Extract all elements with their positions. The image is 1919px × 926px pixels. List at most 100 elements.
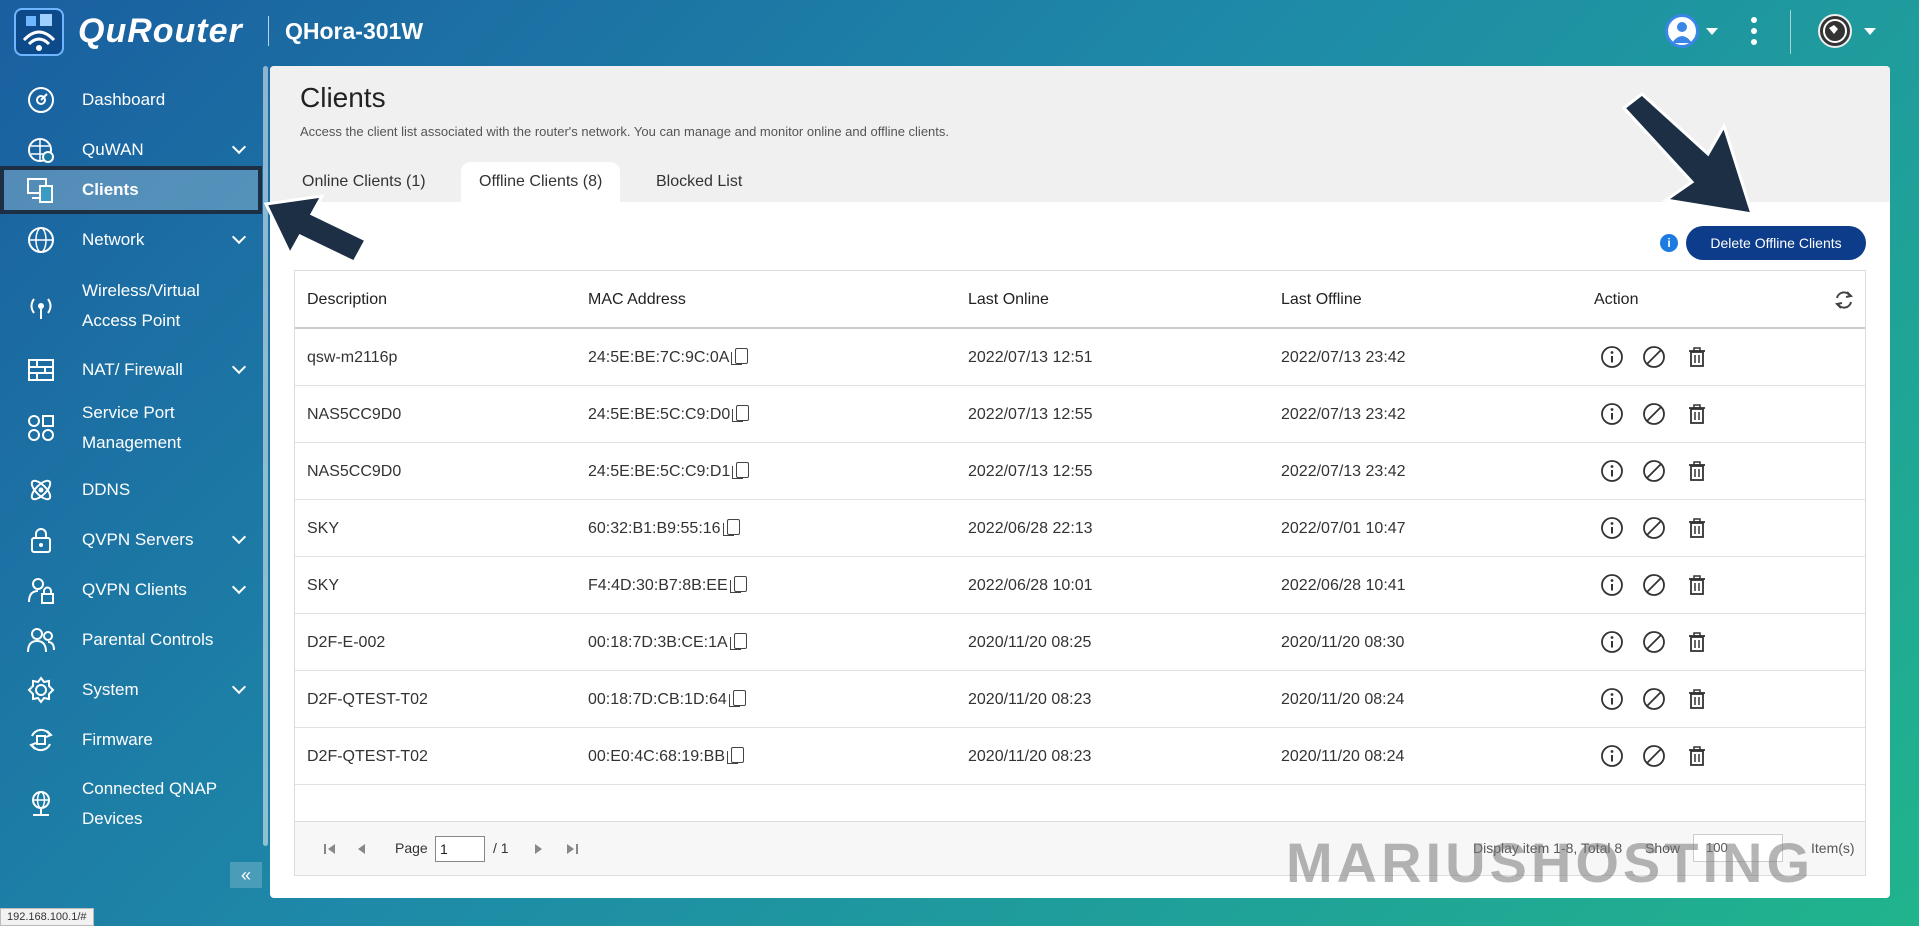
- copy-icon[interactable]: [729, 633, 747, 650]
- trash-icon[interactable]: [1685, 687, 1709, 711]
- clients-table: Description MAC Address Last Online Last…: [294, 270, 1866, 876]
- previous-page-icon[interactable]: [355, 842, 367, 859]
- sidebar-item-service-port[interactable]: Service Port Management: [0, 396, 262, 460]
- table-row[interactable]: NAS5CC9D0 24:5E:BE:5C:C9:D0 2022/07/13 12:…: [295, 386, 1865, 443]
- chevron-down-icon: [231, 359, 247, 375]
- table-row[interactable]: D2F-E-002 00:18:7D:3B:CE:1A 2020/11/20 08:…: [295, 614, 1865, 671]
- more-options-icon[interactable]: [1750, 16, 1758, 46]
- language-menu-caret-icon[interactable]: [1864, 28, 1876, 35]
- refresh-icon[interactable]: [1833, 289, 1855, 311]
- page-number-input[interactable]: 1: [435, 836, 485, 862]
- cell-last-online: 2022/07/13 12:51: [968, 349, 1093, 366]
- table-row[interactable]: D2F-QTEST-T02 00:E0:4C:68:19:BB 2020/11/20…: [295, 728, 1865, 785]
- top-bar-divider: [1790, 10, 1791, 54]
- block-icon[interactable]: [1642, 573, 1666, 597]
- user-menu-caret-icon[interactable]: [1706, 28, 1718, 35]
- sidebar-item-system[interactable]: System: [0, 666, 262, 714]
- trash-icon[interactable]: [1685, 630, 1709, 654]
- cell-description: D2F-E-002: [307, 634, 386, 651]
- sidebar-item-network[interactable]: Network: [0, 216, 262, 264]
- block-icon[interactable]: [1642, 459, 1666, 483]
- trash-icon[interactable]: [1685, 402, 1709, 426]
- info-icon[interactable]: i: [1660, 234, 1678, 252]
- delete-offline-clients-button[interactable]: Delete Offline Clients: [1686, 226, 1866, 260]
- last-page-icon[interactable]: [565, 842, 579, 859]
- trash-icon[interactable]: [1685, 573, 1709, 597]
- column-header-last-online[interactable]: Last Online: [968, 271, 1049, 329]
- vpn-client-icon: [26, 575, 56, 605]
- table-row[interactable]: qsw-m2116p 24:5E:BE:7C:9C:0A 2022/07/13 12…: [295, 329, 1865, 386]
- user-avatar-icon[interactable]: [1665, 14, 1699, 48]
- sidebar-scrollbar[interactable]: [263, 66, 268, 846]
- page-label: Page: [395, 840, 428, 856]
- info-circle-icon[interactable]: [1600, 573, 1624, 597]
- sidebar-item-label: Network: [82, 230, 145, 249]
- column-header-mac[interactable]: MAC Address: [588, 271, 686, 329]
- sidebar-item-qvpn-servers[interactable]: QVPN Servers: [0, 516, 262, 564]
- trash-icon[interactable]: [1685, 744, 1709, 768]
- copy-icon[interactable]: [732, 462, 750, 479]
- copy-icon[interactable]: [732, 405, 750, 422]
- cell-last-offline: 2022/07/13 23:42: [1281, 406, 1406, 423]
- sidebar-item-qvpn-clients[interactable]: QVPN Clients: [0, 566, 262, 614]
- chevron-down-icon: [231, 139, 247, 155]
- sidebar-item-label: Wireless/Virtual: [82, 281, 200, 300]
- block-icon[interactable]: [1642, 687, 1666, 711]
- tab-blocked-list[interactable]: Blocked List: [638, 162, 760, 202]
- info-circle-icon[interactable]: [1600, 687, 1624, 711]
- sidebar-item-label: QVPN Clients: [82, 580, 187, 599]
- info-circle-icon[interactable]: [1600, 345, 1624, 369]
- system-icon: [26, 675, 56, 705]
- sidebar-item-firmware[interactable]: Firmware: [0, 716, 262, 764]
- sidebar-item-wireless[interactable]: Wireless/Virtual Access Point: [0, 274, 262, 338]
- cell-mac: F4:4D:30:B7:8B:EE: [588, 557, 747, 614]
- sidebar-item-ddns[interactable]: DDNS: [0, 466, 262, 514]
- block-icon[interactable]: [1642, 345, 1666, 369]
- info-circle-icon[interactable]: [1600, 516, 1624, 540]
- sidebar-item-parental-controls[interactable]: Parental Controls: [0, 616, 262, 664]
- column-header-last-offline[interactable]: Last Offline: [1281, 271, 1362, 329]
- copy-icon[interactable]: [728, 690, 746, 707]
- block-icon[interactable]: [1642, 630, 1666, 654]
- table-row[interactable]: SKY 60:32:B1:B9:55:16 2022/06/28 22:13 2022…: [295, 500, 1865, 557]
- tab-offline-clients[interactable]: Offline Clients (8): [461, 162, 621, 202]
- block-icon[interactable]: [1642, 402, 1666, 426]
- cell-last-online: 2022/06/28 22:13: [968, 520, 1093, 537]
- table-row[interactable]: NAS5CC9D0 24:5E:BE:5C:C9:D1 2022/07/13 12:…: [295, 443, 1865, 500]
- collapse-sidebar-button[interactable]: «: [230, 862, 262, 888]
- mac-address-text: 24:5E:BE:7C:9C:0A: [588, 349, 730, 366]
- sidebar-item-label-line2: Management: [82, 433, 182, 452]
- language-globe-icon[interactable]: [1818, 14, 1852, 48]
- sidebar-item-dashboard[interactable]: Dashboard: [0, 76, 262, 124]
- clients-icon: [26, 175, 56, 205]
- column-header-description[interactable]: Description: [307, 271, 387, 329]
- chevron-down-icon: [231, 529, 247, 545]
- brand-divider: [268, 16, 269, 46]
- copy-icon[interactable]: [722, 519, 740, 536]
- sidebar-item-nat-firewall[interactable]: NAT/ Firewall: [0, 346, 262, 394]
- table-row[interactable]: SKY F4:4D:30:B7:8B:EE 2022/06/28 10:01 2022…: [295, 557, 1865, 614]
- next-page-icon[interactable]: [533, 842, 545, 859]
- sidebar-item-connected-qnap[interactable]: Connected QNAP Devices: [0, 772, 262, 836]
- first-page-icon[interactable]: [323, 842, 337, 859]
- copy-icon[interactable]: [731, 348, 749, 365]
- trash-icon[interactable]: [1685, 459, 1709, 483]
- info-circle-icon[interactable]: [1600, 459, 1624, 483]
- info-circle-icon[interactable]: [1600, 630, 1624, 654]
- info-circle-icon[interactable]: [1600, 744, 1624, 768]
- trash-icon[interactable]: [1685, 345, 1709, 369]
- block-icon[interactable]: [1642, 744, 1666, 768]
- mac-address-text: 24:5E:BE:5C:C9:D1: [588, 463, 731, 480]
- cell-last-online: 2020/11/20 08:25: [968, 634, 1092, 651]
- block-icon[interactable]: [1642, 516, 1666, 540]
- chevron-down-icon: [231, 579, 247, 595]
- trash-icon[interactable]: [1685, 516, 1709, 540]
- mac-address-text: 60:32:B1:B9:55:16: [588, 520, 721, 537]
- sidebar-item-label-line2: Access Point: [82, 311, 181, 330]
- sidebar-item-label: NAT/ Firewall: [82, 360, 183, 379]
- copy-icon[interactable]: [729, 576, 747, 593]
- info-circle-icon[interactable]: [1600, 402, 1624, 426]
- table-row[interactable]: D2F-QTEST-T02 00:18:7D:CB:1D:64 2020/11/20…: [295, 671, 1865, 728]
- copy-icon[interactable]: [726, 747, 744, 764]
- sidebar-item-clients[interactable]: Clients: [0, 166, 262, 214]
